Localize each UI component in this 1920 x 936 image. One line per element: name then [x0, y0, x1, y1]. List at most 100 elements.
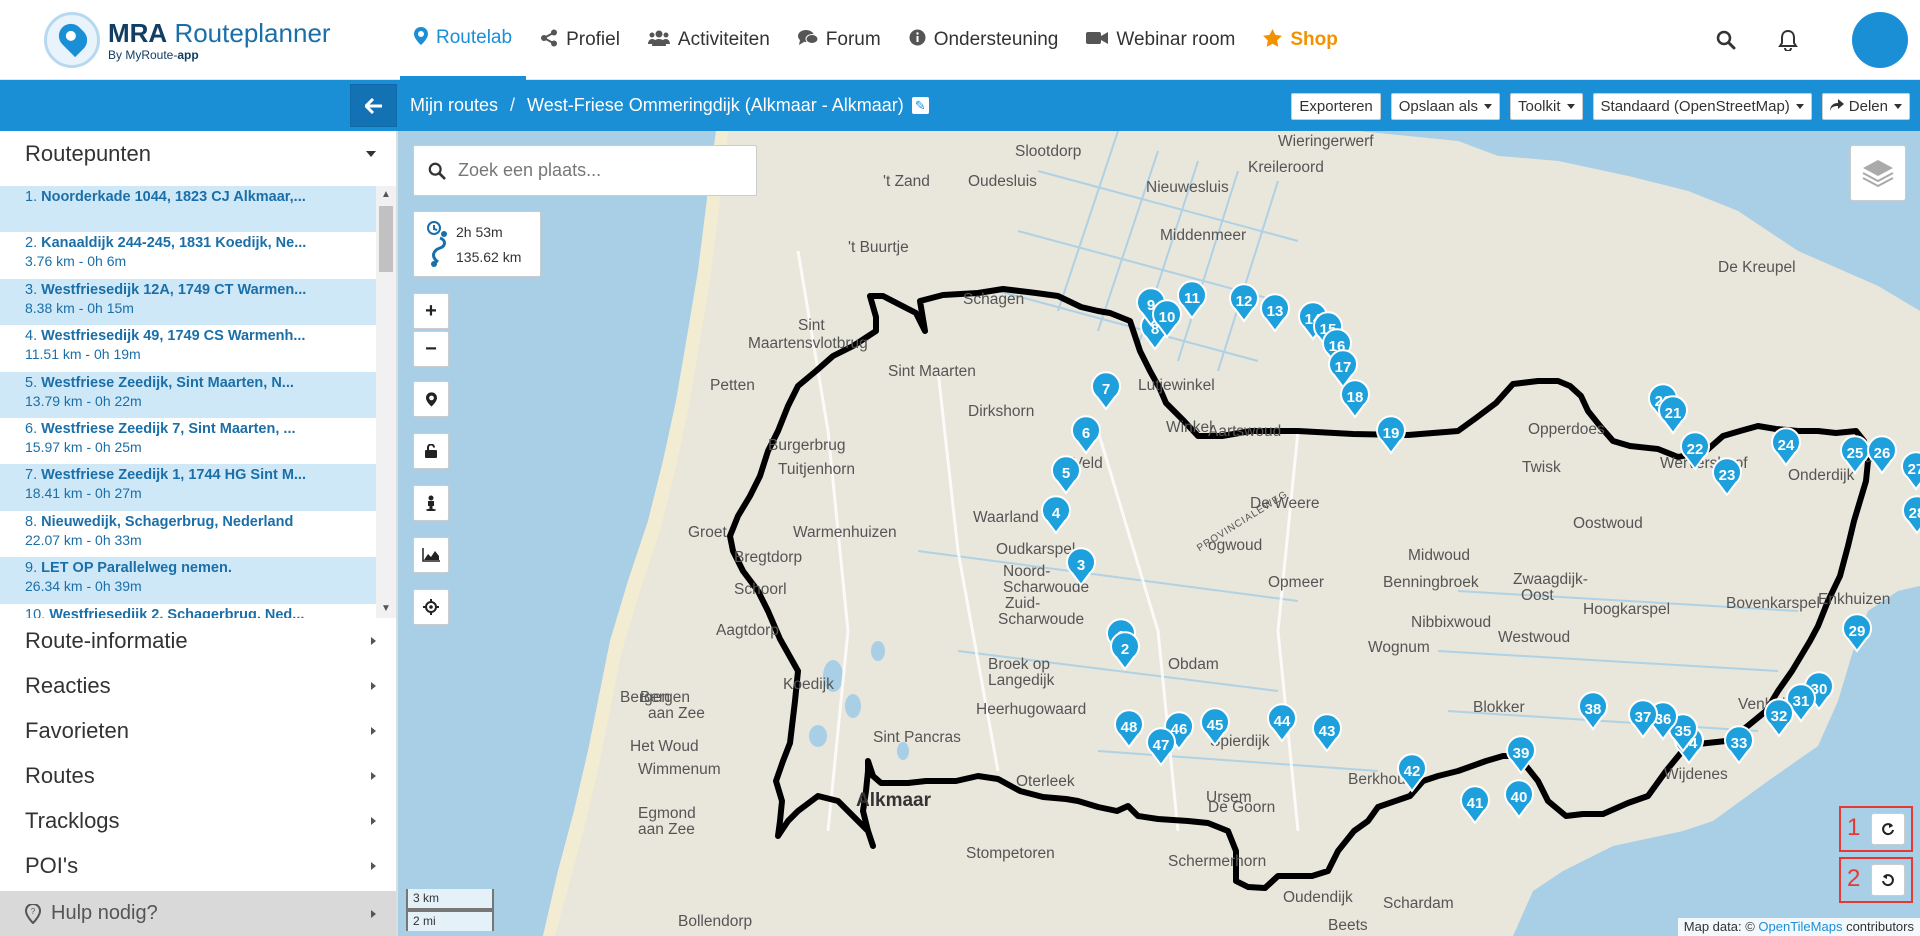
map-layers-button[interactable]: [1850, 145, 1906, 201]
zoom-in-button[interactable]: +: [413, 293, 449, 329]
breadcrumb-mijn-routes[interactable]: Mijn routes: [410, 95, 498, 116]
save-as-dropdown[interactable]: Opslaan als: [1390, 93, 1500, 120]
route-marker[interactable]: 12: [1229, 283, 1259, 323]
nav-forum[interactable]: Forum: [784, 0, 895, 80]
route-marker[interactable]: 28: [1902, 495, 1920, 535]
nav-activiteiten[interactable]: Activiteiten: [634, 0, 784, 80]
waypoint-item[interactable]: 1. Noorderkade 1044, 1823 CJ Alkmaar,...: [0, 186, 376, 233]
bell-icon[interactable]: [1764, 16, 1812, 64]
route-marker[interactable]: 29: [1842, 613, 1872, 653]
scroll-up-icon[interactable]: ▲: [376, 186, 396, 204]
waypoint-item[interactable]: 10. Westfriesedijk 2, Schagerbrug, Ned..…: [0, 604, 376, 618]
route-marker[interactable]: 38: [1578, 691, 1608, 731]
route-marker[interactable]: 18: [1340, 379, 1370, 419]
route-marker[interactable]: 40: [1504, 779, 1534, 819]
export-button[interactable]: Exporteren: [1291, 93, 1381, 120]
nav-routelab[interactable]: Routelab: [400, 0, 527, 80]
sidebar-section-poi-s[interactable]: POI's: [0, 843, 396, 888]
sidebar-section-favorieten[interactable]: Favorieten: [0, 708, 396, 753]
waypoint-item[interactable]: 3. Westfriesedijk 12A, 1749 CT Warmen...…: [0, 278, 376, 326]
route-marker[interactable]: 24: [1771, 427, 1801, 467]
route-marker[interactable]: 27: [1901, 451, 1920, 491]
map-view[interactable]: WieringerwerfSlootdorpKreileroordCallant…: [398, 131, 1920, 936]
route-marker[interactable]: 48: [1114, 709, 1144, 749]
waypoint-detail: 15.97 km - 0h 25m: [25, 438, 142, 455]
route-marker[interactable]: 25: [1840, 435, 1870, 475]
scroll-down-icon[interactable]: ▼: [376, 600, 396, 618]
waypoint-item[interactable]: 9. LET OP Parallelweg nemen. 26.34 km - 0…: [0, 557, 376, 604]
route-marker[interactable]: 45: [1200, 707, 1230, 747]
route-marker[interactable]: 43: [1312, 713, 1342, 753]
map-marker-icon: [414, 26, 428, 50]
nav-webinar-room[interactable]: Webinar room: [1072, 0, 1249, 80]
marker-label: 37: [1635, 709, 1652, 726]
waypoint-title: LET OP Parallelweg nemen.: [41, 560, 232, 577]
route-marker[interactable]: 39: [1506, 735, 1536, 775]
caret-down-icon: [1894, 104, 1902, 109]
place-search[interactable]: [413, 145, 757, 196]
unlock-button[interactable]: [413, 433, 449, 469]
street-view-button[interactable]: [413, 485, 449, 521]
collapse-sidebar-button[interactable]: [350, 84, 397, 127]
route-marker[interactable]: 47: [1146, 727, 1176, 767]
route-marker[interactable]: 41: [1460, 785, 1490, 825]
waypoint-item[interactable]: 2. Kanaaldijk 244-245, 1831 Koedijk, Ne.…: [0, 232, 376, 278]
nav-shop[interactable]: Shop: [1249, 0, 1352, 80]
route-marker[interactable]: 37: [1628, 699, 1658, 739]
route-marker[interactable]: 26: [1867, 435, 1897, 475]
share-dropdown[interactable]: Delen: [1821, 93, 1910, 120]
marker-label: 5: [1062, 465, 1070, 482]
waypoint-item[interactable]: 6. Westfriese Zeedijk 7, Sint Maarten, .…: [0, 418, 376, 464]
route-marker[interactable]: 4: [1041, 495, 1071, 535]
marker-label: 31: [1793, 693, 1810, 710]
route-marker[interactable]: 23: [1712, 457, 1742, 497]
waypoint-item[interactable]: 4. Westfriesedijk 49, 1749 CS Warmenh...…: [0, 325, 376, 371]
edit-icon[interactable]: ✎: [911, 97, 929, 114]
section-label: Routes: [25, 762, 95, 788]
routepoints-header[interactable]: Routepunten: [0, 131, 396, 176]
user-avatar[interactable]: [1852, 12, 1908, 68]
attribution-prefix: Map data: ©: [1683, 919, 1759, 934]
route-marker[interactable]: 19: [1376, 415, 1406, 455]
route-marker[interactable]: 11: [1177, 280, 1207, 320]
route-marker[interactable]: 5: [1051, 455, 1081, 495]
route-marker[interactable]: 7: [1091, 371, 1121, 411]
route-marker[interactable]: 33: [1724, 725, 1754, 765]
route-marker[interactable]: 32: [1764, 698, 1794, 738]
waypoint-item[interactable]: 8. Nieuwedijk, Schagerbrug, Nederland 22.…: [0, 511, 376, 557]
search-icon[interactable]: [1702, 16, 1750, 64]
map-style-dropdown[interactable]: Standaard (OpenStreetMap): [1592, 93, 1812, 120]
help-section[interactable]: ? Hulp nodig?: [0, 891, 396, 936]
waypoint-item[interactable]: 7. Westfriese Zeedijk 1, 1744 HG Sint M.…: [0, 464, 376, 511]
toolkit-dropdown[interactable]: Toolkit: [1509, 93, 1583, 120]
zoom-out-button[interactable]: −: [413, 331, 449, 367]
elevation-profile-button[interactable]: [413, 537, 449, 573]
route-marker[interactable]: 22: [1680, 431, 1710, 471]
marker-label: 28: [1909, 505, 1920, 522]
sidebar-section-route-informatie[interactable]: Route-informatie: [0, 618, 396, 663]
sidebar-section-tracklogs[interactable]: Tracklogs: [0, 798, 396, 843]
waypoint-item[interactable]: 5. Westfriese Zeedijk, Sint Maarten, N..…: [0, 371, 376, 418]
route-marker[interactable]: 21: [1658, 395, 1688, 435]
waypoint-scrollbar[interactable]: ▲ ▼: [376, 186, 396, 618]
section-label: Tracklogs: [25, 807, 120, 833]
redo-button[interactable]: [1871, 813, 1905, 845]
route-marker[interactable]: 13: [1260, 293, 1290, 333]
scroll-thumb[interactable]: [379, 206, 393, 272]
undo-button[interactable]: [1871, 864, 1905, 896]
add-waypoint-button[interactable]: [413, 381, 449, 417]
nav-ondersteuning[interactable]: Ondersteuning: [895, 0, 1073, 80]
route-marker[interactable]: 42: [1397, 753, 1427, 793]
route-marker[interactable]: 3: [1066, 547, 1096, 587]
nav-profiel[interactable]: Profiel: [526, 0, 634, 80]
route-marker[interactable]: 6: [1071, 415, 1101, 455]
caret-down-icon: [1566, 104, 1575, 109]
route-marker[interactable]: 44: [1267, 703, 1297, 743]
locate-button[interactable]: [413, 589, 449, 625]
route-marker[interactable]: 2: [1110, 631, 1140, 671]
sidebar-section-routes[interactable]: Routes: [0, 753, 396, 798]
app-logo[interactable]: MRA Routeplanner By MyRoute-app: [44, 12, 344, 68]
opentilemaps-link[interactable]: OpenTileMaps: [1758, 919, 1842, 934]
place-search-input[interactable]: [458, 160, 738, 181]
sidebar-section-reacties[interactable]: Reacties: [0, 663, 396, 708]
